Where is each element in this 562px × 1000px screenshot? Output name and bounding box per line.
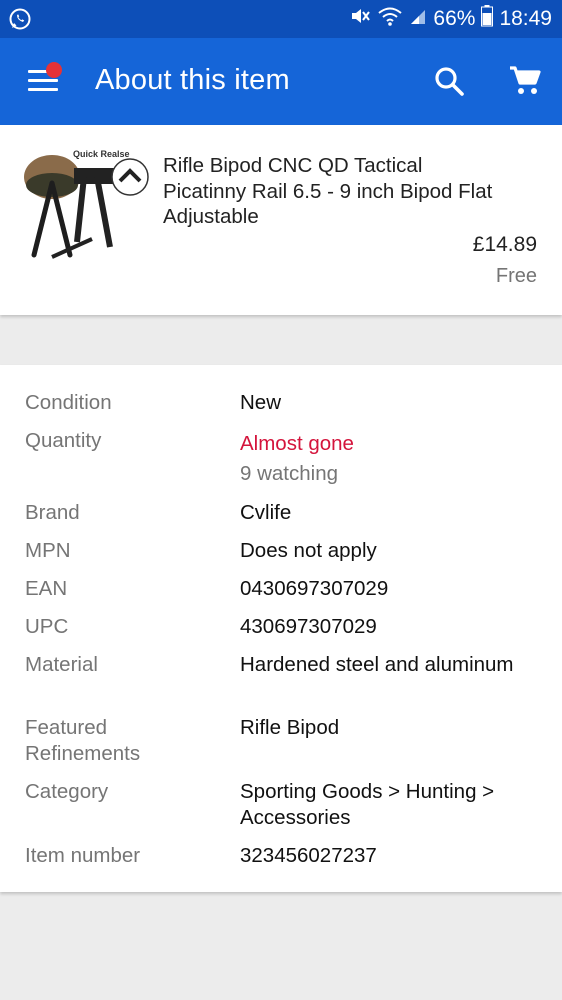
item-specifics-card: Condition New Quantity Almost gone 9 wat… <box>0 365 562 892</box>
detail-label: MPN <box>25 539 71 562</box>
detail-label: Condition <box>25 391 112 414</box>
detail-value: Cvlife <box>240 501 292 524</box>
detail-label: UPC <box>25 615 69 638</box>
detail-value: Does not apply <box>240 539 377 562</box>
item-number-link[interactable]: 323456027237 <box>240 843 540 869</box>
mute-icon <box>349 5 371 33</box>
product-summary-card[interactable]: Quick Realse Rifle Bipod CNC QD Tactical… <box>0 125 562 315</box>
notification-badge <box>46 62 62 78</box>
image-caption: Quick Realse <box>73 149 130 159</box>
search-icon <box>435 67 464 96</box>
detail-label: Featured Refinements <box>25 716 141 765</box>
watching-count: 9 watching <box>240 461 339 485</box>
detail-label: Quantity <box>25 429 102 452</box>
shipping-cost: Free <box>495 265 537 287</box>
product-image[interactable]: Quick Realse <box>22 147 152 272</box>
page-title: About this item <box>95 64 290 96</box>
detail-label: Item number <box>25 844 141 867</box>
battery-icon <box>481 5 494 33</box>
detail-value: 430697307029 <box>240 615 377 638</box>
detail-value: Sporting Goods > Hunting > Accessories <box>240 780 495 829</box>
detail-label: Material <box>25 653 98 676</box>
detail-value: 0430697307029 <box>240 577 389 600</box>
product-price: £14.89 <box>472 233 537 256</box>
detail-value: Rifle Bipod <box>240 716 340 739</box>
detail-label: Category <box>25 780 109 803</box>
detail-label: EAN <box>25 577 68 600</box>
menu-button[interactable] <box>28 62 62 94</box>
whatsapp-icon <box>8 7 32 31</box>
product-title: Rifle Bipod CNC QD Tactical Picatinny Ra… <box>163 154 493 228</box>
clock: 18:49 <box>499 7 552 30</box>
signal-icon <box>409 6 427 32</box>
cart-icon <box>510 66 541 94</box>
app-bar: About this item <box>0 38 562 125</box>
detail-value: Hardened steel and aluminum <box>240 653 514 676</box>
detail-value: New <box>240 391 282 414</box>
status-bar: 66% 18:49 <box>0 0 562 38</box>
stock-status: Almost gone <box>240 432 354 455</box>
cart-button[interactable] <box>508 64 542 98</box>
battery-percent: 66% <box>433 7 476 30</box>
wifi-icon <box>377 5 403 33</box>
search-button[interactable] <box>432 64 466 98</box>
detail-label: Brand <box>25 501 80 524</box>
